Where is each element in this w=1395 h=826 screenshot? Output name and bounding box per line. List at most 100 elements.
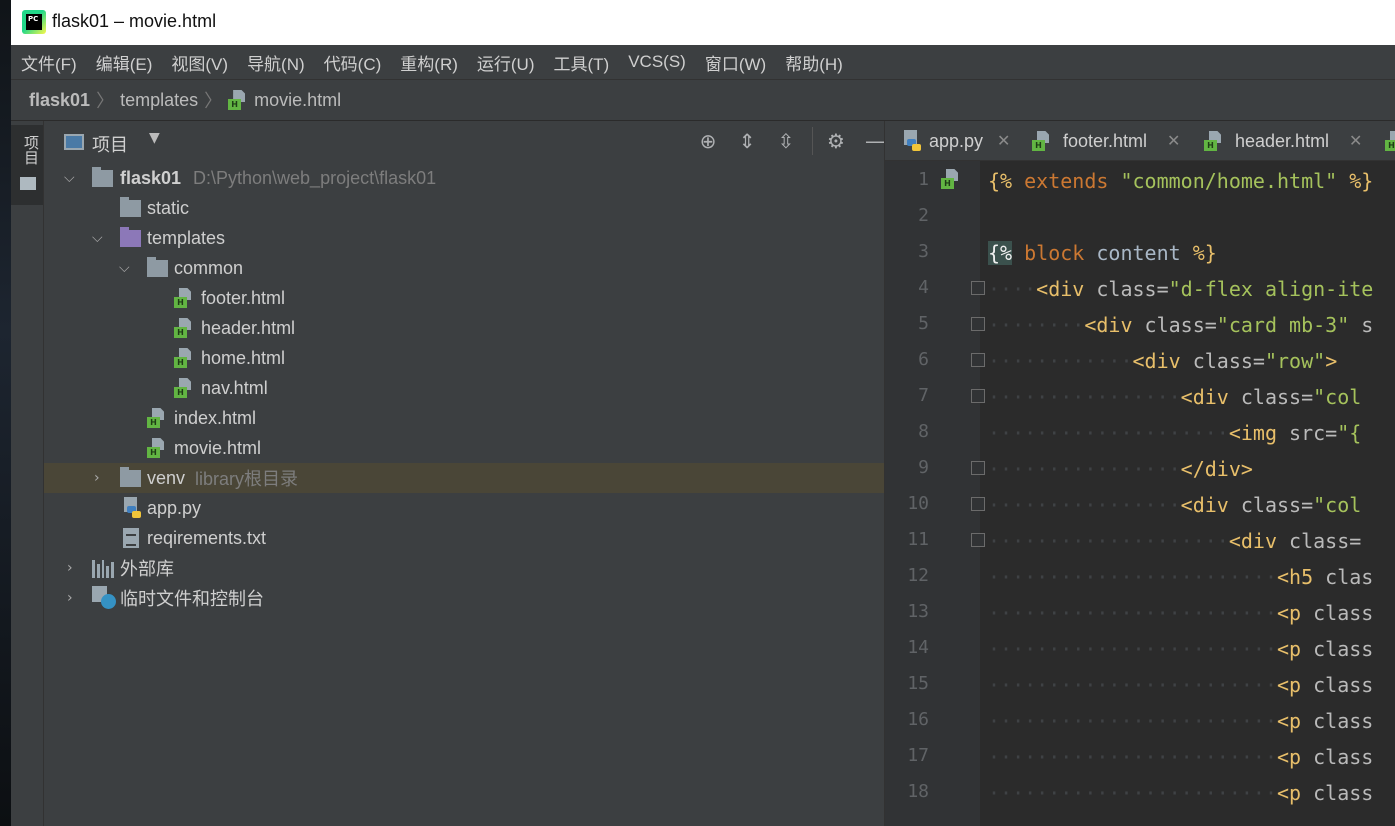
tree-root-path: D:\Python\web_project\flask01 [193,167,437,188]
close-icon[interactable]: ✕ [1167,131,1180,150]
project-panel-header: 项目 ▼ ⊕ ⇕ ⇳ ⚙ — [44,121,885,161]
html-file-icon: H [174,378,194,398]
window-title: flask01 – movie.html [52,11,217,31]
library-icon [92,558,114,578]
tree-label-header: header.html [201,317,296,338]
project-panel-title[interactable]: 项目 [92,131,128,157]
tree-row-footer[interactable]: H footer.html [44,283,884,313]
tree-row-scratches[interactable]: › 临时文件和控制台 [44,583,884,613]
fold-marker-icon[interactable] [971,461,985,475]
pycharm-app-icon: PC [22,10,46,34]
code-line: ························ <p class [988,745,1374,769]
chevron-down-icon[interactable]: ⌵ [92,230,103,246]
tree-row-common[interactable]: ⌵ common [44,253,884,283]
code-line: ···················· <div class= [988,529,1362,553]
html-file-icon: H [228,90,248,110]
tree-row-venv[interactable]: › venv library根目录 [44,463,884,493]
menu-file[interactable]: 文件(F) [21,50,77,75]
tab-header-html[interactable]: H header.html ✕ [1192,121,1372,161]
menu-bar: 文件(F) 编辑(E) 视图(V) 导航(N) 代码(C) 重构(R) 运行(U… [11,45,1395,79]
project-window-icon [64,134,84,150]
menu-view[interactable]: 视图(V) [171,50,228,75]
line-number: 12 [907,565,929,586]
code-line: ························ <h5 clas [988,565,1374,589]
chevron-down-icon[interactable]: ⌵ [119,260,130,276]
tab-overflow[interactable]: H [1385,121,1395,161]
tree-venv-hint: library根目录 [195,469,299,489]
fold-marker-icon[interactable] [971,281,985,295]
code-line: ···················· <img src= "{ [988,421,1362,445]
line-number: 14 [907,637,929,658]
scratches-icon [92,586,116,610]
expand-all-icon[interactable]: ⇕ [735,129,759,153]
project-tool-tab[interactable]: 项目 [11,125,43,205]
text-file-icon [123,528,139,548]
fold-marker-icon[interactable] [971,389,985,403]
code-line: {% block content %} [988,241,1217,265]
close-icon[interactable]: ✕ [997,131,1010,150]
menu-run[interactable]: 运行(U) [477,50,535,75]
folder-icon [92,167,113,187]
tree-label-venv: venv [147,467,186,488]
gear-icon[interactable]: ⚙ [824,129,848,153]
folder-icon [120,197,141,217]
chevron-down-icon[interactable]: ▼ [149,130,160,146]
menu-help[interactable]: 帮助(H) [785,50,843,75]
menu-tools[interactable]: 工具(T) [554,50,610,75]
menu-edit[interactable]: 编辑(E) [96,50,153,75]
tree-row-movie[interactable]: H movie.html [44,433,884,463]
code-line: ························ <p class [988,637,1374,661]
code-line: ········ <div class= "card mb-3" s [988,313,1374,337]
fold-marker-icon[interactable] [971,533,985,547]
python-file-icon [901,130,923,152]
locate-icon[interactable]: ⊕ [696,129,720,153]
menu-window[interactable]: 窗口(W) [705,50,766,75]
menu-code[interactable]: 代码(C) [324,50,382,75]
tree-row-nav[interactable]: H nav.html [44,373,884,403]
tree-row-requirements[interactable]: reqirements.txt [44,523,884,553]
code-line: ························ <p class [988,673,1374,697]
tree-row-header[interactable]: H header.html [44,313,884,343]
breadcrumb-file[interactable]: movie.html [254,90,341,111]
tree-row-home[interactable]: H home.html [44,343,884,373]
collapse-all-icon[interactable]: ⇳ [774,129,798,153]
tree-row-templates[interactable]: ⌵ templates [44,223,884,253]
menu-vcs[interactable]: VCS(S) [628,52,686,72]
html-file-gutter-icon[interactable]: H [941,169,961,189]
tree-row-index[interactable]: H index.html [44,403,884,433]
menu-refactor[interactable]: 重构(R) [400,50,458,75]
fold-marker-icon[interactable] [971,317,985,331]
tree-label-movie: movie.html [174,437,262,458]
code-line: ···· <div class= "d-flex align-ite [988,277,1374,301]
tab-label: footer.html [1063,131,1148,151]
tab-label: app.py [929,131,984,151]
menu-navigate[interactable]: 导航(N) [247,50,305,75]
tree-label-nav: nav.html [201,377,268,398]
chevron-down-icon[interactable]: ⌵ [64,170,75,186]
tree-row-root[interactable]: ⌵ flask01 D:\Python\web_project\flask01 [44,163,884,193]
line-number: 3 [918,241,929,262]
line-number: 1 [918,169,929,190]
tree-row-static[interactable]: static [44,193,884,223]
code-line: {% extends "common/home.html" %} [988,169,1374,193]
tab-footer-html[interactable]: H footer.html ✕ [1020,121,1192,161]
chevron-right-icon: 〉 [96,91,115,112]
line-number: 17 [907,745,929,766]
fold-marker-icon[interactable] [971,497,985,511]
tree-label-home: home.html [201,347,286,368]
tree-row-app[interactable]: app.py [44,493,884,523]
tab-app-py[interactable]: app.py ✕ [885,121,1020,161]
chevron-right-icon[interactable]: › [67,560,73,576]
code-line: ················ <div class= "col [988,493,1362,517]
line-number: 4 [918,277,929,298]
fold-marker-icon[interactable] [971,353,985,367]
code-line: ························ <p class [988,601,1374,625]
tree-row-external-libs[interactable]: › 外部库 [44,553,884,583]
breadcrumb-folder[interactable]: templates [120,90,198,111]
line-number: 15 [907,673,929,694]
close-icon[interactable]: ✕ [1349,131,1362,150]
chevron-right-icon[interactable]: › [67,590,73,606]
code-area[interactable]: {% extends "common/home.html" %} {% bloc… [988,161,1395,826]
chevron-right-icon[interactable]: › [94,470,100,486]
breadcrumb-project[interactable]: flask01 [29,90,90,111]
